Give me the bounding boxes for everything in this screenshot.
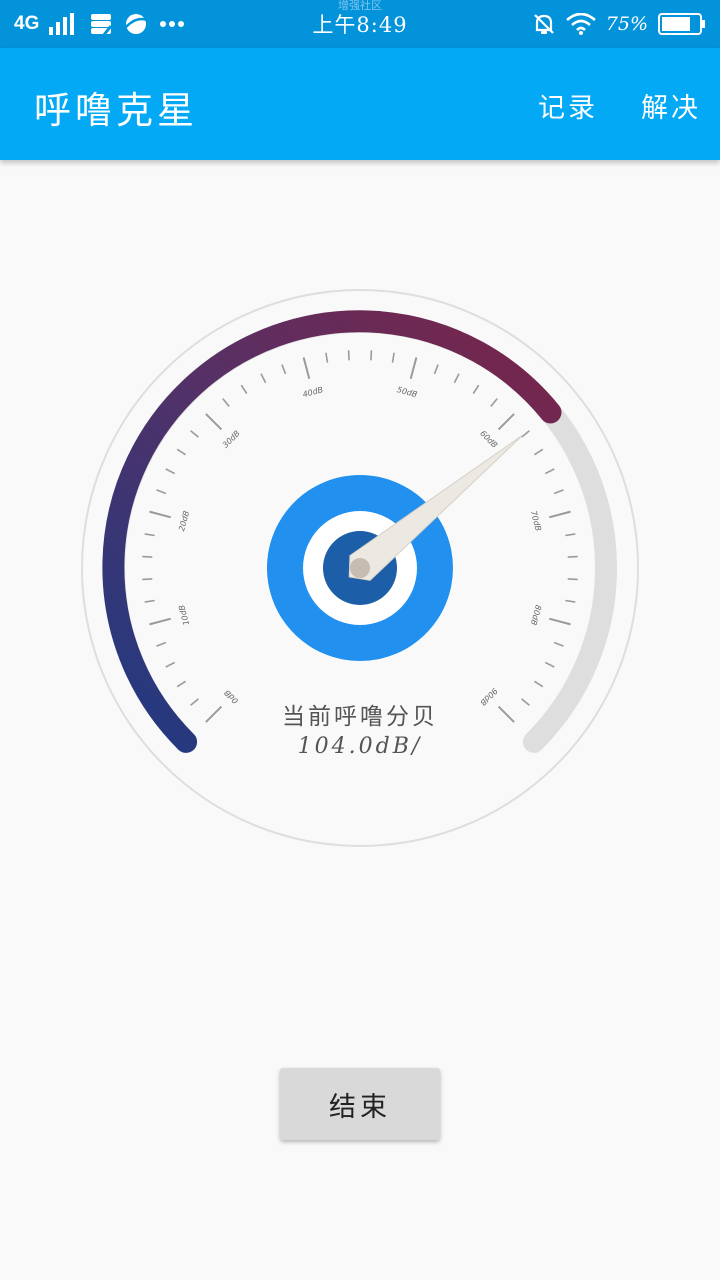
gauge-minor-tick [553,489,564,495]
gauge-minor-tick [176,448,187,456]
gauge-tick-label: 30dB [221,429,242,450]
gauge-minor-tick [553,641,564,647]
gauge-minor-tick [222,398,230,407]
gauge-minor-tick [190,430,199,438]
gauge-minor-tick [453,373,460,384]
gauge-tick-label: 40dB [302,385,324,399]
gauge-minor-tick [565,533,576,537]
gauge-tick-label: 50dB [396,385,418,399]
gauge-minor-tick [165,468,176,475]
gauge-minor-tick [565,599,576,603]
gauge-minor-tick [156,489,167,495]
gauge-minor-tick [391,352,395,363]
gauge-minor-tick [240,384,248,395]
gauge-major-tick [409,357,418,379]
gauge-minor-tick [567,555,578,558]
gauge-minor-tick [260,373,267,384]
gauge-minor-tick [567,578,578,581]
gauge-minor-tick [142,578,153,581]
gauge-needle-pivot [350,558,370,578]
gauge-minor-tick [433,364,439,375]
gauge-tick-label: 10dB [177,604,191,626]
gauge-minor-tick [281,364,287,375]
gauge-major-tick [302,357,311,379]
gauge-major-tick [205,413,223,431]
gauge-decibel-value: 104.0dB/ [297,734,423,759]
gauge-tick-label: 60dB [478,429,499,450]
gauge-minor-tick [144,533,155,537]
gauge-minor-tick [165,661,176,668]
gauge-major-tick [149,510,171,519]
gauge-major-tick [549,510,571,519]
gauge-tick-label: 80dB [529,604,543,626]
gauge-tick-label: 20dB [177,510,191,532]
gauge-minor-tick [144,599,155,603]
gauge-caption: 当前呼噜分贝 [282,704,438,730]
gauge-major-tick [497,413,515,431]
gauge-minor-tick [472,384,480,395]
gauge-minor-tick [490,398,498,407]
gauge-minor-tick [521,430,530,438]
gauge-minor-tick [533,448,544,456]
decibel-gauge: 0dB10dB20dB30dB40dB 50dB60dB70dB80dB90dB [81,289,639,847]
gauge-minor-tick [347,350,350,361]
gauge-major-tick [549,617,571,626]
gauge-minor-tick [544,661,555,668]
gauge-minor-tick [176,680,187,688]
end-button[interactable]: 结束 [280,1068,440,1140]
gauge-major-tick [149,617,171,626]
gauge-minor-tick [142,555,153,558]
gauge-minor-tick [156,641,167,647]
gauge-minor-tick [370,350,373,361]
gauge-minor-tick [544,468,555,475]
gauge-minor-tick [533,680,544,688]
gauge-minor-tick [325,352,329,363]
gauge-tick-label: 70dB [529,510,543,532]
